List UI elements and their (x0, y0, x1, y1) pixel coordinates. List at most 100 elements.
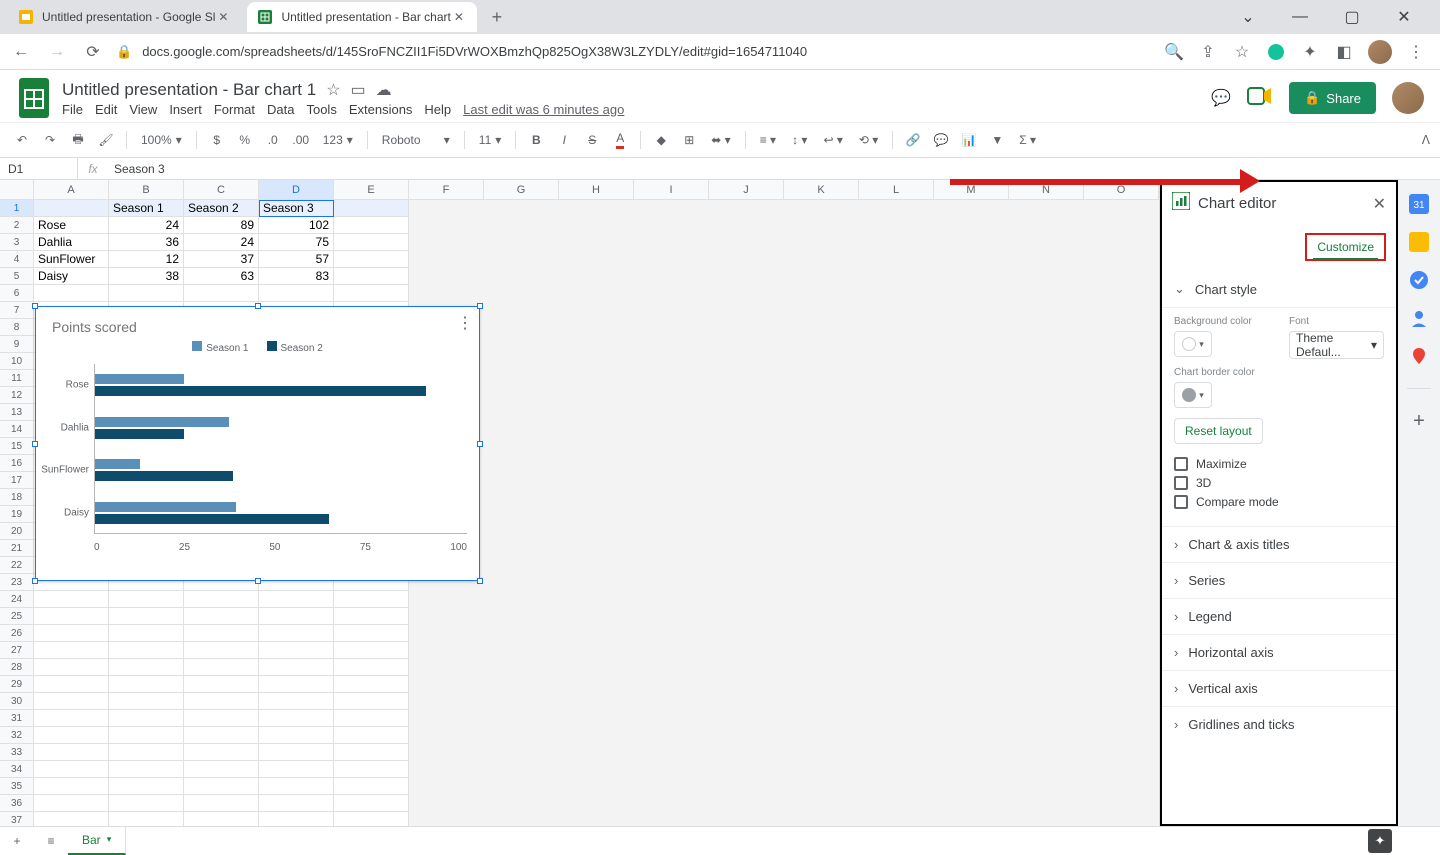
row-header[interactable]: 19 (0, 506, 34, 523)
forward-button[interactable]: → (44, 39, 70, 65)
col-header[interactable]: J (709, 180, 784, 199)
col-header[interactable]: L (859, 180, 934, 199)
bold-button[interactable]: B (524, 128, 548, 152)
cell[interactable] (34, 693, 109, 710)
menu-extensions[interactable]: Extensions (349, 102, 413, 117)
font-size-dropdown[interactable]: 11▾ (473, 133, 508, 147)
share-button[interactable]: 🔒Share (1289, 82, 1376, 114)
cell[interactable] (184, 642, 259, 659)
all-sheets-button[interactable]: ≡ (34, 827, 68, 855)
cell[interactable] (34, 710, 109, 727)
cell[interactable] (259, 285, 334, 302)
grammarly-icon[interactable] (1266, 42, 1286, 62)
cell[interactable] (34, 285, 109, 302)
cell[interactable] (184, 625, 259, 642)
cell[interactable] (34, 778, 109, 795)
cell[interactable]: SunFlower (34, 251, 109, 268)
cell[interactable] (109, 642, 184, 659)
cell[interactable] (34, 676, 109, 693)
cell[interactable] (259, 761, 334, 778)
cell[interactable] (184, 744, 259, 761)
percent-button[interactable]: % (233, 128, 257, 152)
row-header[interactable]: 37 (0, 812, 34, 826)
cell[interactable] (334, 795, 409, 812)
cell[interactable]: Season 2 (184, 200, 259, 217)
cell[interactable]: 57 (259, 251, 334, 268)
select-all-corner[interactable] (0, 180, 34, 199)
currency-button[interactable]: $ (205, 128, 229, 152)
cell[interactable] (334, 761, 409, 778)
halign-button[interactable]: ≡ ▾ (754, 133, 782, 147)
row-header[interactable]: 33 (0, 744, 34, 761)
cell[interactable] (109, 710, 184, 727)
cell[interactable] (109, 727, 184, 744)
maps-icon[interactable] (1409, 346, 1429, 366)
cell[interactable]: 37 (184, 251, 259, 268)
row-header[interactable]: 7 (0, 302, 34, 319)
valign-button[interactable]: ↕ ▾ (786, 133, 813, 147)
increase-decimal-button[interactable]: .00 (289, 128, 313, 152)
row-header[interactable]: 16 (0, 455, 34, 472)
strikethrough-button[interactable]: S (580, 128, 604, 152)
insert-link-button[interactable]: 🔗 (901, 128, 925, 152)
cell[interactable] (34, 642, 109, 659)
fill-color-button[interactable]: ◆ (649, 128, 673, 152)
row-header[interactable]: 6 (0, 285, 34, 302)
cell[interactable] (34, 727, 109, 744)
cell[interactable] (184, 761, 259, 778)
cell[interactable] (109, 795, 184, 812)
cell[interactable] (184, 710, 259, 727)
cell[interactable] (109, 625, 184, 642)
cell[interactable] (109, 608, 184, 625)
cell[interactable] (334, 591, 409, 608)
row-header[interactable]: 14 (0, 421, 34, 438)
row-header[interactable]: 25 (0, 608, 34, 625)
cell[interactable] (334, 642, 409, 659)
row-header[interactable]: 2 (0, 217, 34, 234)
cell[interactable] (334, 234, 409, 251)
back-button[interactable]: ← (8, 39, 34, 65)
text-color-button[interactable]: A (608, 128, 632, 152)
border-color-button[interactable]: ▾ (1174, 382, 1212, 408)
cell[interactable]: Season 3 (259, 200, 334, 217)
row-header[interactable]: 1 (0, 200, 34, 217)
cell[interactable]: 63 (184, 268, 259, 285)
cell[interactable] (109, 693, 184, 710)
decrease-decimal-button[interactable]: .0 (261, 128, 285, 152)
embedded-chart[interactable]: ⋮ Points scored Season 1 Season 2 RoseDa… (35, 306, 480, 581)
col-header[interactable]: H (559, 180, 634, 199)
cell[interactable] (34, 625, 109, 642)
row-header[interactable]: 29 (0, 676, 34, 693)
close-panel-icon[interactable]: ✕ (1373, 194, 1386, 214)
cell[interactable]: Dahlia (34, 234, 109, 251)
cell[interactable] (334, 744, 409, 761)
address-bar[interactable]: 🔒 docs.google.com/spreadsheets/d/145SroF… (116, 44, 807, 60)
row-header[interactable]: 22 (0, 557, 34, 574)
section-collapsed[interactable]: ›Series (1162, 562, 1396, 598)
sidepanel-icon[interactable]: ◧ (1334, 42, 1354, 62)
cell[interactable] (334, 676, 409, 693)
insert-comment-button[interactable]: 💬 (929, 128, 953, 152)
rotate-button[interactable]: ⟲ ▾ (853, 133, 884, 147)
cell[interactable] (334, 693, 409, 710)
cell[interactable]: 24 (184, 234, 259, 251)
chevron-down-icon[interactable]: ⌄ (1228, 2, 1268, 32)
cell[interactable]: 36 (109, 234, 184, 251)
cell[interactable] (184, 795, 259, 812)
cell[interactable] (109, 285, 184, 302)
cell[interactable] (259, 710, 334, 727)
cell[interactable] (34, 812, 109, 826)
cell[interactable] (259, 608, 334, 625)
cell[interactable] (109, 778, 184, 795)
cell[interactable] (259, 744, 334, 761)
cell[interactable] (334, 778, 409, 795)
cell[interactable] (334, 200, 409, 217)
redo-button[interactable]: ↷ (38, 128, 62, 152)
checkbox-3d[interactable]: 3D (1174, 476, 1384, 490)
cell[interactable] (109, 761, 184, 778)
close-icon[interactable]: ✕ (451, 9, 467, 25)
cell[interactable] (34, 200, 109, 217)
row-header[interactable]: 4 (0, 251, 34, 268)
number-format-dropdown[interactable]: 123▾ (317, 133, 359, 147)
formula-input[interactable]: Season 3 (108, 162, 165, 176)
